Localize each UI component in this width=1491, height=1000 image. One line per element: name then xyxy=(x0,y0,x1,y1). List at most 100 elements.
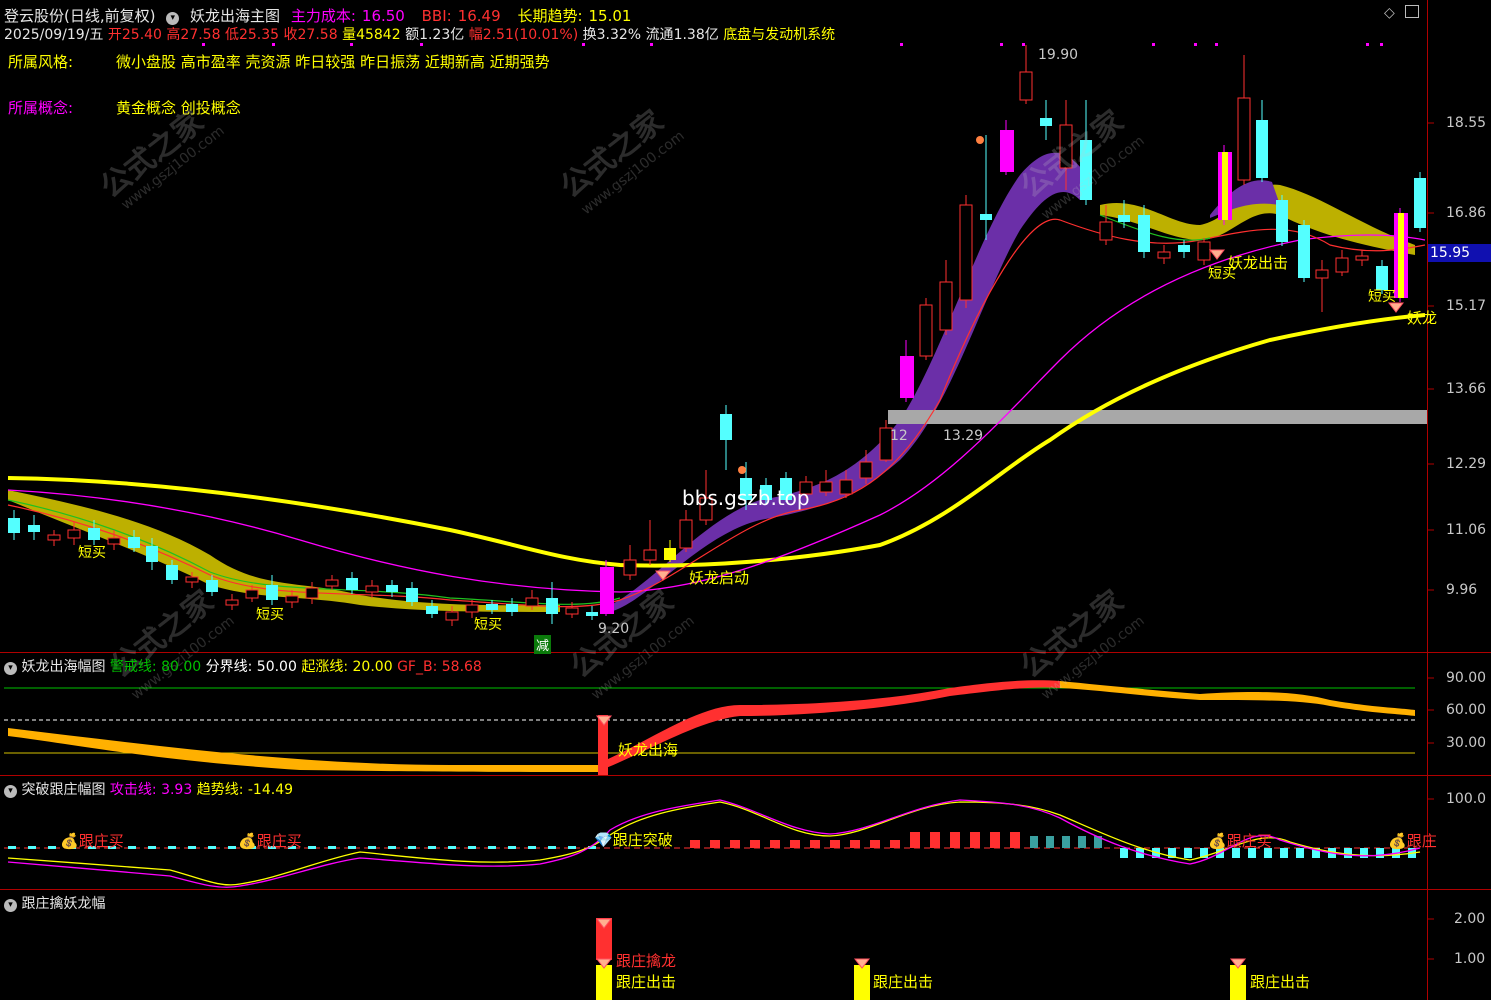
money-bag-icon: 💰 xyxy=(238,832,257,850)
histogram-bar xyxy=(1010,832,1020,848)
candle-body xyxy=(1355,255,1369,261)
candle-body xyxy=(1298,225,1310,278)
price-tick: 18.55 xyxy=(1446,115,1487,131)
panel2-tick: 60.00 xyxy=(1446,702,1487,718)
panel-toggle-icon[interactable]: ▾ xyxy=(4,899,17,912)
panel2-tick: 30.00 xyxy=(1446,735,1487,751)
price-tick: 13.66 xyxy=(1446,381,1487,397)
panel4-tick: 1.00 xyxy=(1454,951,1486,967)
ribbon-band xyxy=(600,152,1090,613)
candle-body xyxy=(720,414,732,440)
candle-body xyxy=(939,281,953,331)
histogram-bar xyxy=(930,832,940,848)
candle-body xyxy=(900,356,914,398)
candle-body xyxy=(600,567,614,614)
formula-name[interactable]: 妖龙出海主图 xyxy=(190,7,280,25)
histogram-bar xyxy=(368,846,376,849)
dragon-edge-label: 妖龙 xyxy=(1407,309,1438,327)
panel2-title[interactable]: 妖龙出海幅图 xyxy=(21,659,105,675)
candle-body xyxy=(506,604,518,612)
histogram-bar xyxy=(1046,836,1054,848)
dragon-sea-signal: 妖龙出海 xyxy=(618,741,679,759)
candle-body xyxy=(365,585,379,593)
panel4-title[interactable]: 跟庄擒妖龙幅 xyxy=(21,896,105,912)
candle-body xyxy=(1138,215,1150,252)
style-label: 所属风格: xyxy=(8,53,74,71)
signal-bar xyxy=(854,965,870,1000)
panel4-tick: 2.00 xyxy=(1454,911,1486,927)
watermark-url: bbs.gszb.top xyxy=(682,486,810,510)
title-row: 登云股份(日线,前复权) ▾ 妖龙出海主图 主力成本: 16.50 BBI: 16.… xyxy=(4,5,643,26)
histogram-bar xyxy=(348,846,356,849)
money-bag-icon: 💰 xyxy=(1208,832,1227,850)
candle-body xyxy=(643,549,657,561)
candle-body xyxy=(285,595,299,603)
histogram-bar xyxy=(388,846,396,849)
diamond-icon[interactable]: ◇ xyxy=(1384,5,1395,21)
signal-dot xyxy=(1022,43,1025,46)
candle-body xyxy=(1118,215,1130,222)
quote-turnover: 换3.32% xyxy=(582,27,642,43)
panel3-title[interactable]: 突破跟庄幅图 xyxy=(21,782,105,798)
candle-body xyxy=(623,559,637,576)
money-bag-icon: 💰 xyxy=(1388,832,1407,850)
candle-body xyxy=(546,598,558,614)
reduce-badge: 减 xyxy=(534,635,552,654)
quote-date: 2025/09/19/五 xyxy=(4,27,104,43)
support-label: 13.29 xyxy=(943,428,984,444)
follow-break-signal: 💎跟庄突破 xyxy=(594,831,673,849)
signal-dot xyxy=(1152,43,1155,46)
histogram-bar xyxy=(168,846,176,849)
window-controls: ◇ xyxy=(1384,5,1420,21)
follow-edge-signal: 💰跟庄 xyxy=(1388,832,1437,850)
indicator-bbi: BBI: 16.49 xyxy=(421,7,501,25)
candle-body xyxy=(1040,118,1052,126)
histogram-bar xyxy=(28,846,36,849)
histogram-bar xyxy=(188,846,196,849)
short-buy-label: 短买 xyxy=(474,617,502,633)
histogram-bar xyxy=(1030,836,1038,848)
indicator-main-cost: 主力成本: 16.50 xyxy=(290,7,405,25)
histogram-bar xyxy=(950,832,960,848)
histogram-bar xyxy=(1376,848,1384,858)
candle-body xyxy=(325,579,339,587)
candle-body xyxy=(107,537,121,545)
histogram-bar xyxy=(428,846,436,849)
candle-body xyxy=(346,578,358,590)
panel-toggle-icon[interactable]: ▾ xyxy=(4,785,17,798)
histogram-bar xyxy=(850,840,860,848)
panel-toggle-icon[interactable]: ▾ xyxy=(4,662,17,675)
window-toggle-icon[interactable] xyxy=(1405,5,1420,18)
quote-low: 低25.35 xyxy=(224,27,280,43)
gfb-band xyxy=(8,728,600,772)
follow-buy-signal: 💰跟庄买 xyxy=(238,832,302,850)
candle-body xyxy=(839,479,853,495)
signal-bar xyxy=(596,965,612,1000)
signal-dot xyxy=(1366,43,1369,46)
quote-volume: 量45842 xyxy=(342,27,401,43)
candle-body xyxy=(959,204,973,301)
histogram-bar xyxy=(128,846,136,849)
candle-body xyxy=(1197,241,1211,261)
candle-body xyxy=(1178,245,1190,252)
histogram-bar xyxy=(488,846,496,849)
candle-body xyxy=(1000,130,1014,172)
style-value: 微小盘股 高市盈率 壳资源 昨日较强 昨日振荡 近期新高 近期强势 xyxy=(116,53,550,71)
quote-row: 2025/09/19/五 开25.40 高27.58 低25.35 收27.58… xyxy=(4,24,835,44)
candle-body xyxy=(1157,251,1171,259)
capture-dragon-signal: 跟庄擒龙 xyxy=(616,952,677,970)
histogram-bar xyxy=(208,846,216,849)
histogram-bar xyxy=(408,846,416,849)
candle-body xyxy=(206,580,218,592)
histogram-bar xyxy=(328,846,336,849)
histogram-bar xyxy=(890,840,900,848)
panel3-tick: 100.0 xyxy=(1446,791,1487,807)
concept-label: 所属概念: xyxy=(8,99,74,117)
quote-system: 底盘与发动机系统 xyxy=(723,27,836,43)
histogram-bar xyxy=(790,840,800,848)
histogram-bar xyxy=(1280,848,1288,858)
stock-name[interactable]: 登云股份(日线,前复权) xyxy=(4,7,155,25)
candle-body xyxy=(1315,269,1329,279)
price-tick: 15.17 xyxy=(1446,298,1487,314)
candle-body xyxy=(819,481,833,493)
